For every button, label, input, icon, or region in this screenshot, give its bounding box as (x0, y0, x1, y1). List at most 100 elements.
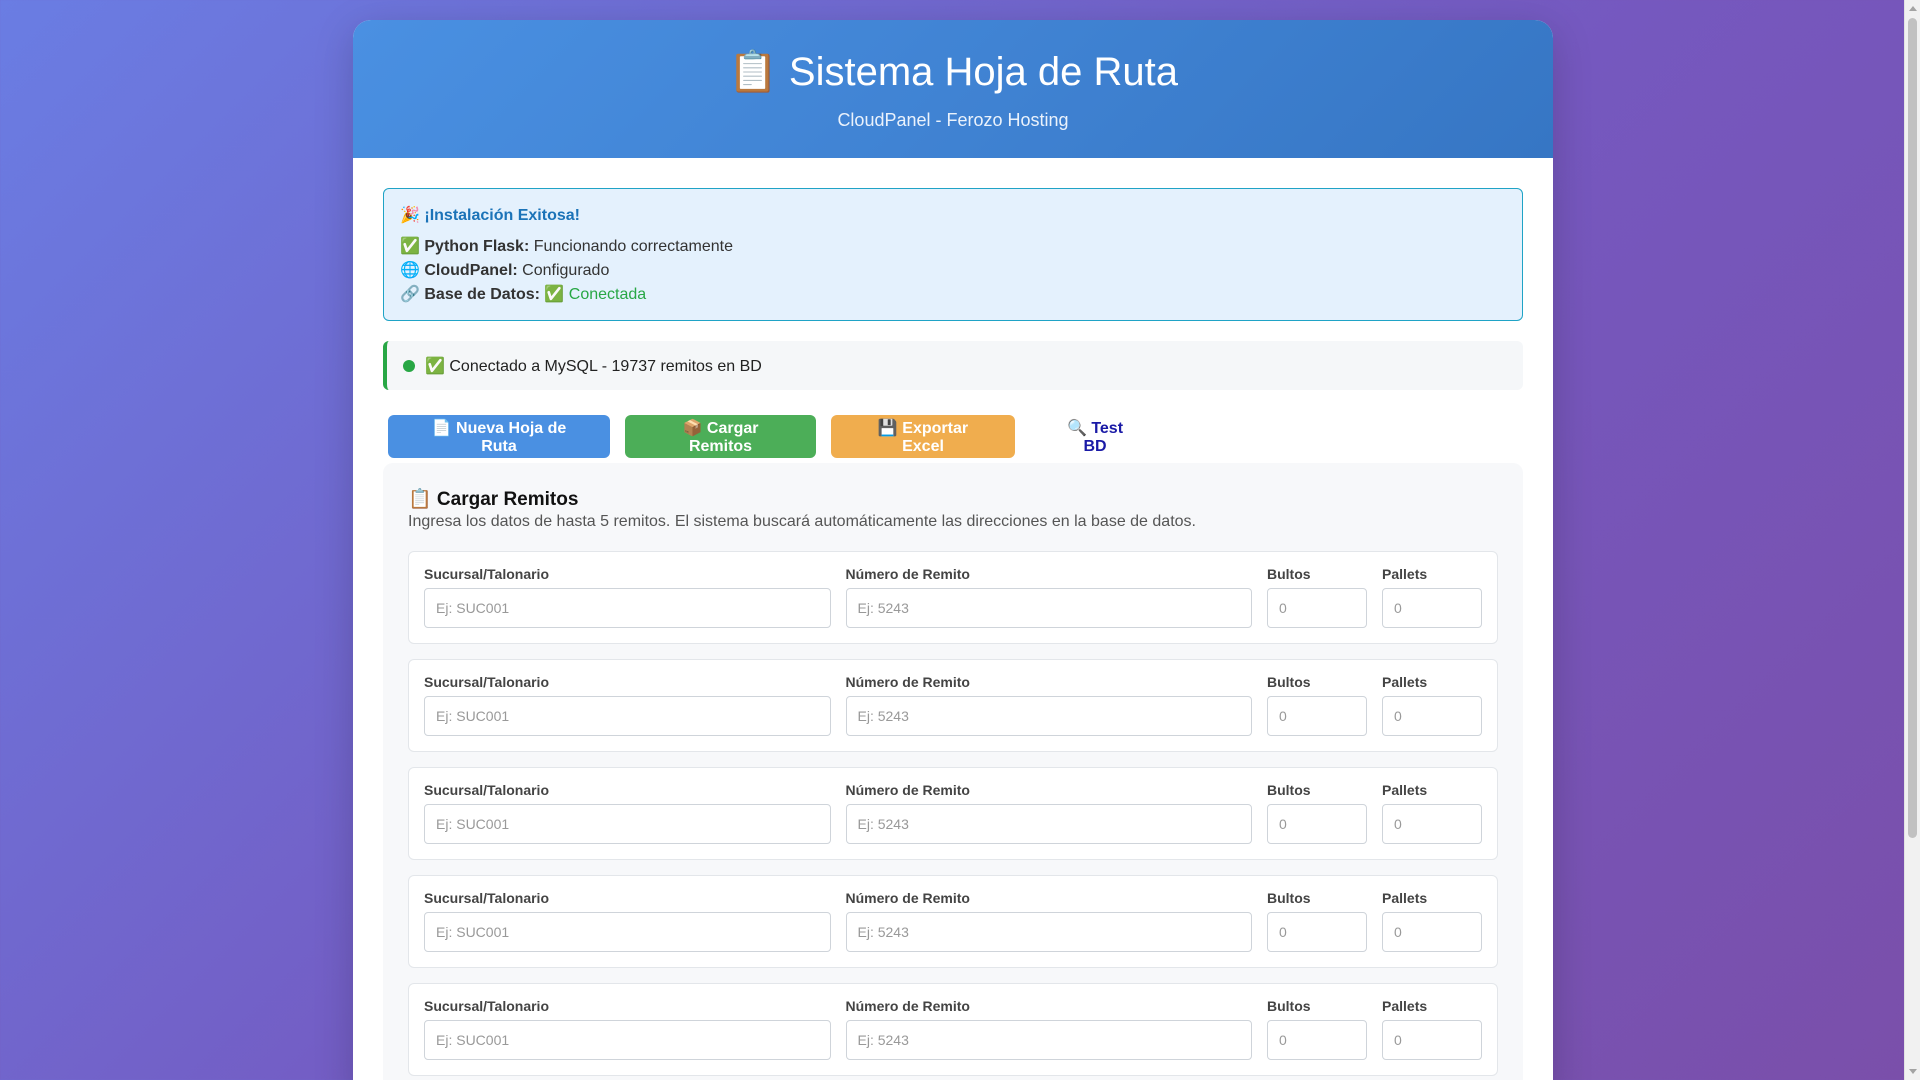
numero-remito-input[interactable] (845, 1020, 1252, 1060)
page-subtitle: CloudPanel - Ferozo Hosting (837, 110, 1069, 130)
numero-field-group: Número de Remito (845, 998, 1252, 1075)
clipboard-icon: 📋 (727, 50, 778, 94)
status-line-cloudpanel: 🌐 CloudPanel: Configurado (400, 259, 1506, 283)
section-title: 📋 Cargar Remitos (408, 489, 579, 510)
success-title: 🎉 ¡Instalación Exitosa! (400, 205, 1506, 225)
sucursal-field-group: Sucursal/Talonario (424, 566, 831, 643)
section-description: Ingresa los datos de hasta 5 remitos. El… (408, 513, 1196, 530)
installation-success-box: 🎉 ¡Instalación Exitosa! ✅ Python Flask: … (383, 188, 1523, 321)
scroll-down-arrow-icon[interactable] (1909, 1069, 1917, 1074)
sucursal-input[interactable] (424, 912, 831, 952)
numero-field-group: Número de Remito (845, 782, 1252, 859)
status-value-database: ✅ Conectada (544, 286, 647, 303)
pallets-label: Pallets (1382, 998, 1428, 1014)
connection-status-text: ✅ Conectado a MySQL - 19737 remitos en B… (425, 357, 762, 375)
pallets-label: Pallets (1382, 890, 1428, 906)
load-remitos-section: 📋 Cargar Remitos Ingresa los datos de ha… (383, 463, 1523, 1080)
pallets-field-group: Pallets (1382, 674, 1482, 751)
sucursal-label: Sucursal/Talonario (424, 890, 549, 906)
status-dot-icon (403, 359, 415, 372)
remito-row: Sucursal/Talonario Número de Remito Bult… (408, 983, 1498, 1076)
pallets-input[interactable] (1382, 1020, 1482, 1060)
remito-row: Sucursal/Talonario Número de Remito Bult… (408, 551, 1498, 644)
pallets-label: Pallets (1382, 674, 1428, 690)
sucursal-input[interactable] (424, 1020, 831, 1060)
bultos-field-group: Bultos (1267, 566, 1367, 643)
remito-rows: Sucursal/Talonario Número de Remito Bult… (408, 551, 1498, 1076)
status-value-flask: Funcionando correctamente (533, 238, 733, 255)
bultos-label: Bultos (1267, 566, 1311, 582)
sucursal-label: Sucursal/Talonario (424, 998, 549, 1014)
page-content: 🎉 ¡Instalación Exitosa! ✅ Python Flask: … (353, 158, 1553, 1080)
scroll-up-arrow-icon[interactable] (1909, 6, 1917, 11)
numero-label: Número de Remito (845, 674, 970, 690)
sucursal-field-group: Sucursal/Talonario (424, 890, 831, 967)
page-title-text: Sistema Hoja de Ruta (788, 50, 1179, 94)
status-label-database: Base de Datos: (424, 286, 540, 303)
bultos-input[interactable] (1267, 1020, 1367, 1060)
pallets-field-group: Pallets (1382, 890, 1482, 967)
sucursal-field-group: Sucursal/Talonario (424, 998, 831, 1075)
pallets-field-group: Pallets (1382, 998, 1482, 1075)
numero-label: Número de Remito (845, 998, 970, 1014)
numero-label: Número de Remito (845, 782, 970, 798)
pallets-input[interactable] (1382, 912, 1482, 952)
bultos-label: Bultos (1267, 890, 1311, 906)
status-line-flask: ✅ Python Flask: Funcionando correctament… (400, 235, 1506, 259)
bultos-label: Bultos (1267, 674, 1311, 690)
pallets-field-group: Pallets (1382, 566, 1482, 643)
action-buttons: 📄 Nueva Hoja de Ruta 📦 Cargar Remitos 💾 … (383, 415, 1523, 458)
bultos-input[interactable] (1267, 804, 1367, 844)
sucursal-input[interactable] (424, 804, 831, 844)
success-title-text: ¡Instalación Exitosa! (424, 207, 580, 224)
main-container: 📋 Sistema Hoja de Ruta CloudPanel - Fero… (353, 20, 1553, 1080)
sucursal-field-group: Sucursal/Talonario (424, 782, 831, 859)
check-icon: ✅ (400, 238, 420, 255)
bultos-input[interactable] (1267, 696, 1367, 736)
sucursal-label: Sucursal/Talonario (424, 782, 549, 798)
status-line-database: 🔗 Base de Datos: ✅ Conectada (400, 283, 1506, 307)
bultos-field-group: Bultos (1267, 674, 1367, 751)
sucursal-field-group: Sucursal/Talonario (424, 674, 831, 751)
link-icon: 🔗 (400, 286, 420, 303)
status-label-cloudpanel: CloudPanel: (424, 262, 518, 279)
pallets-label: Pallets (1382, 566, 1428, 582)
globe-icon: 🌐 (400, 262, 420, 279)
bultos-label: Bultos (1267, 998, 1311, 1014)
pallets-input[interactable] (1382, 804, 1482, 844)
page-scrollbar[interactable] (1904, 0, 1920, 1080)
new-route-sheet-button[interactable]: 📄 Nueva Hoja de Ruta (388, 415, 610, 458)
pallets-input[interactable] (1382, 696, 1482, 736)
page-title: 📋 Sistema Hoja de Ruta (353, 20, 1553, 94)
test-db-button[interactable]: 🔍 Test BD (1030, 415, 1160, 458)
bultos-field-group: Bultos (1267, 890, 1367, 967)
pallets-label: Pallets (1382, 782, 1428, 798)
remito-row: Sucursal/Talonario Número de Remito Bult… (408, 875, 1498, 968)
pallets-field-group: Pallets (1382, 782, 1482, 859)
bultos-input[interactable] (1267, 588, 1367, 628)
export-excel-button[interactable]: 💾 Exportar Excel (831, 415, 1015, 458)
bultos-field-group: Bultos (1267, 998, 1367, 1075)
bultos-field-group: Bultos (1267, 782, 1367, 859)
numero-remito-input[interactable] (845, 804, 1252, 844)
sucursal-label: Sucursal/Talonario (424, 674, 549, 690)
remito-row: Sucursal/Talonario Número de Remito Bult… (408, 659, 1498, 752)
numero-remito-input[interactable] (845, 696, 1252, 736)
bultos-label: Bultos (1267, 782, 1311, 798)
sucursal-input[interactable] (424, 588, 831, 628)
party-icon: 🎉 (400, 207, 420, 224)
sucursal-input[interactable] (424, 696, 831, 736)
numero-field-group: Número de Remito (845, 674, 1252, 751)
load-remitos-button[interactable]: 📦 Cargar Remitos (625, 415, 816, 458)
numero-remito-input[interactable] (845, 912, 1252, 952)
connection-status-bar: ✅ Conectado a MySQL - 19737 remitos en B… (383, 341, 1523, 390)
numero-field-group: Número de Remito (845, 566, 1252, 643)
scrollbar-thumb[interactable] (1908, 18, 1917, 838)
numero-label: Número de Remito (845, 566, 970, 582)
page-header: 📋 Sistema Hoja de Ruta CloudPanel - Fero… (353, 20, 1553, 158)
pallets-input[interactable] (1382, 588, 1482, 628)
bultos-input[interactable] (1267, 912, 1367, 952)
status-label-flask: Python Flask: (424, 238, 530, 255)
numero-remito-input[interactable] (845, 588, 1252, 628)
numero-label: Número de Remito (845, 890, 970, 906)
